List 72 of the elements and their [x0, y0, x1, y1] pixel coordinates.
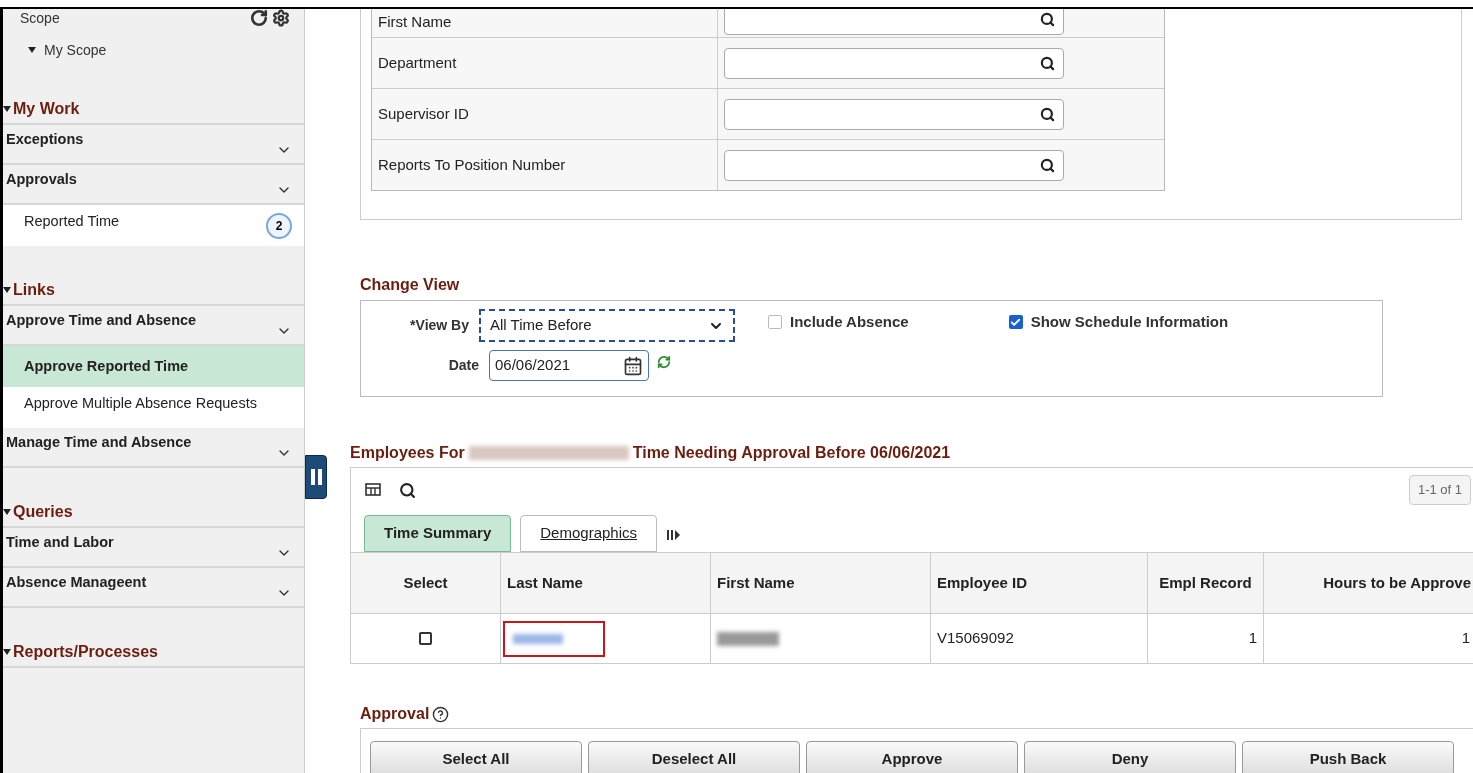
checkbox[interactable]: [768, 315, 782, 330]
refresh-icon[interactable]: [250, 9, 268, 27]
grid-title: Time Needing Approval Before 06/06/2021: [632, 443, 951, 463]
action-button[interactable]: Deny: [1024, 740, 1236, 773]
checkbox-label: Include Absence: [790, 312, 909, 332]
checkbox[interactable]: [1008, 315, 1023, 330]
group-item[interactable]: Exceptions: [6, 129, 84, 151]
expand-tabs-icon[interactable]: [666, 529, 680, 541]
criteria-label: Supervisor ID: [378, 103, 469, 124]
section-heading[interactable]: My Work: [13, 97, 80, 121]
table-cell-text: V15069092: [937, 628, 1014, 649]
search-icon[interactable]: [1040, 157, 1055, 173]
column-header[interactable]: Select: [403, 571, 448, 595]
settings-icon[interactable]: [272, 9, 290, 27]
redacted-text: [717, 631, 779, 646]
search-icon[interactable]: [1040, 106, 1055, 122]
criteria-label: First Name: [378, 11, 452, 32]
caret-icon: [28, 47, 36, 53]
pause-button[interactable]: [305, 455, 327, 499]
column-header[interactable]: Hours to be Approve: [1323, 571, 1471, 595]
grid-tab[interactable]: Time Summary: [364, 515, 512, 552]
column-header[interactable]: Empl Record: [1159, 571, 1252, 595]
criteria-label: Reports To Position Number: [378, 154, 566, 175]
field-label: Date: [447, 356, 480, 375]
table-cell-text: 1: [1248, 628, 1257, 649]
checkbox-label: Show Schedule Information: [1030, 312, 1229, 332]
caret-icon: [3, 106, 11, 112]
section-heading[interactable]: Queries: [13, 500, 73, 524]
grid-tab[interactable]: Demographics: [520, 515, 657, 552]
search-icon[interactable]: [1040, 12, 1055, 27]
nav-link[interactable]: Reported Time 2: [3, 205, 304, 246]
nav-link[interactable]: Approve Reported Time: [3, 346, 304, 387]
calendar-icon[interactable]: [623, 355, 643, 376]
grid-title: Employees For: [350, 443, 465, 463]
help-icon[interactable]: [432, 705, 450, 723]
section-heading: Approval: [360, 704, 430, 724]
search-field[interactable]: [724, 9, 1064, 35]
action-button[interactable]: Deselect All: [588, 740, 800, 773]
section-heading: Change View: [360, 275, 461, 295]
section-heading[interactable]: Reports/Processes: [13, 640, 158, 664]
group-item[interactable]: Absence Manageent: [6, 572, 147, 594]
row-checkbox[interactable]: [419, 632, 432, 645]
column-header[interactable]: Employee ID: [937, 571, 1028, 595]
search-field[interactable]: [724, 149, 1064, 181]
caret-icon: [3, 509, 11, 515]
action-button[interactable]: Approve: [806, 740, 1018, 773]
scope-title: Scope: [20, 9, 60, 28]
search-field[interactable]: [724, 47, 1064, 79]
count-badge: 2: [266, 212, 292, 239]
search-icon[interactable]: [1040, 55, 1055, 71]
group-item[interactable]: Time and Labor: [6, 532, 114, 554]
grid-view-icon[interactable]: [365, 483, 381, 497]
pagination-box: 1-1 of 1: [1408, 475, 1471, 505]
nav-link[interactable]: Approve Multiple Absence Requests: [3, 387, 304, 428]
search-field[interactable]: [724, 98, 1064, 130]
scope-item[interactable]: My Scope: [44, 39, 107, 61]
action-button[interactable]: Push Back: [1242, 740, 1454, 773]
section-heading[interactable]: Links: [13, 278, 55, 302]
column-header[interactable]: Last Name: [507, 571, 583, 595]
group-item[interactable]: Approvals: [6, 169, 77, 191]
group-item[interactable]: Approve Time and Absence: [6, 310, 197, 332]
criteria-label: Department: [378, 52, 457, 73]
table-cell-text: 1: [1461, 628, 1470, 649]
group-item[interactable]: Manage Time and Absence: [6, 432, 192, 454]
column-header[interactable]: First Name: [717, 571, 795, 595]
date-field[interactable]: 06/06/2021: [489, 350, 649, 381]
action-button[interactable]: Select All: [370, 740, 582, 773]
search-icon[interactable]: [399, 481, 416, 499]
view-by-dropdown[interactable]: All Time Before: [479, 309, 735, 342]
field-label: *View By: [409, 316, 470, 335]
caret-icon: [3, 287, 11, 293]
caret-icon: [3, 649, 11, 655]
